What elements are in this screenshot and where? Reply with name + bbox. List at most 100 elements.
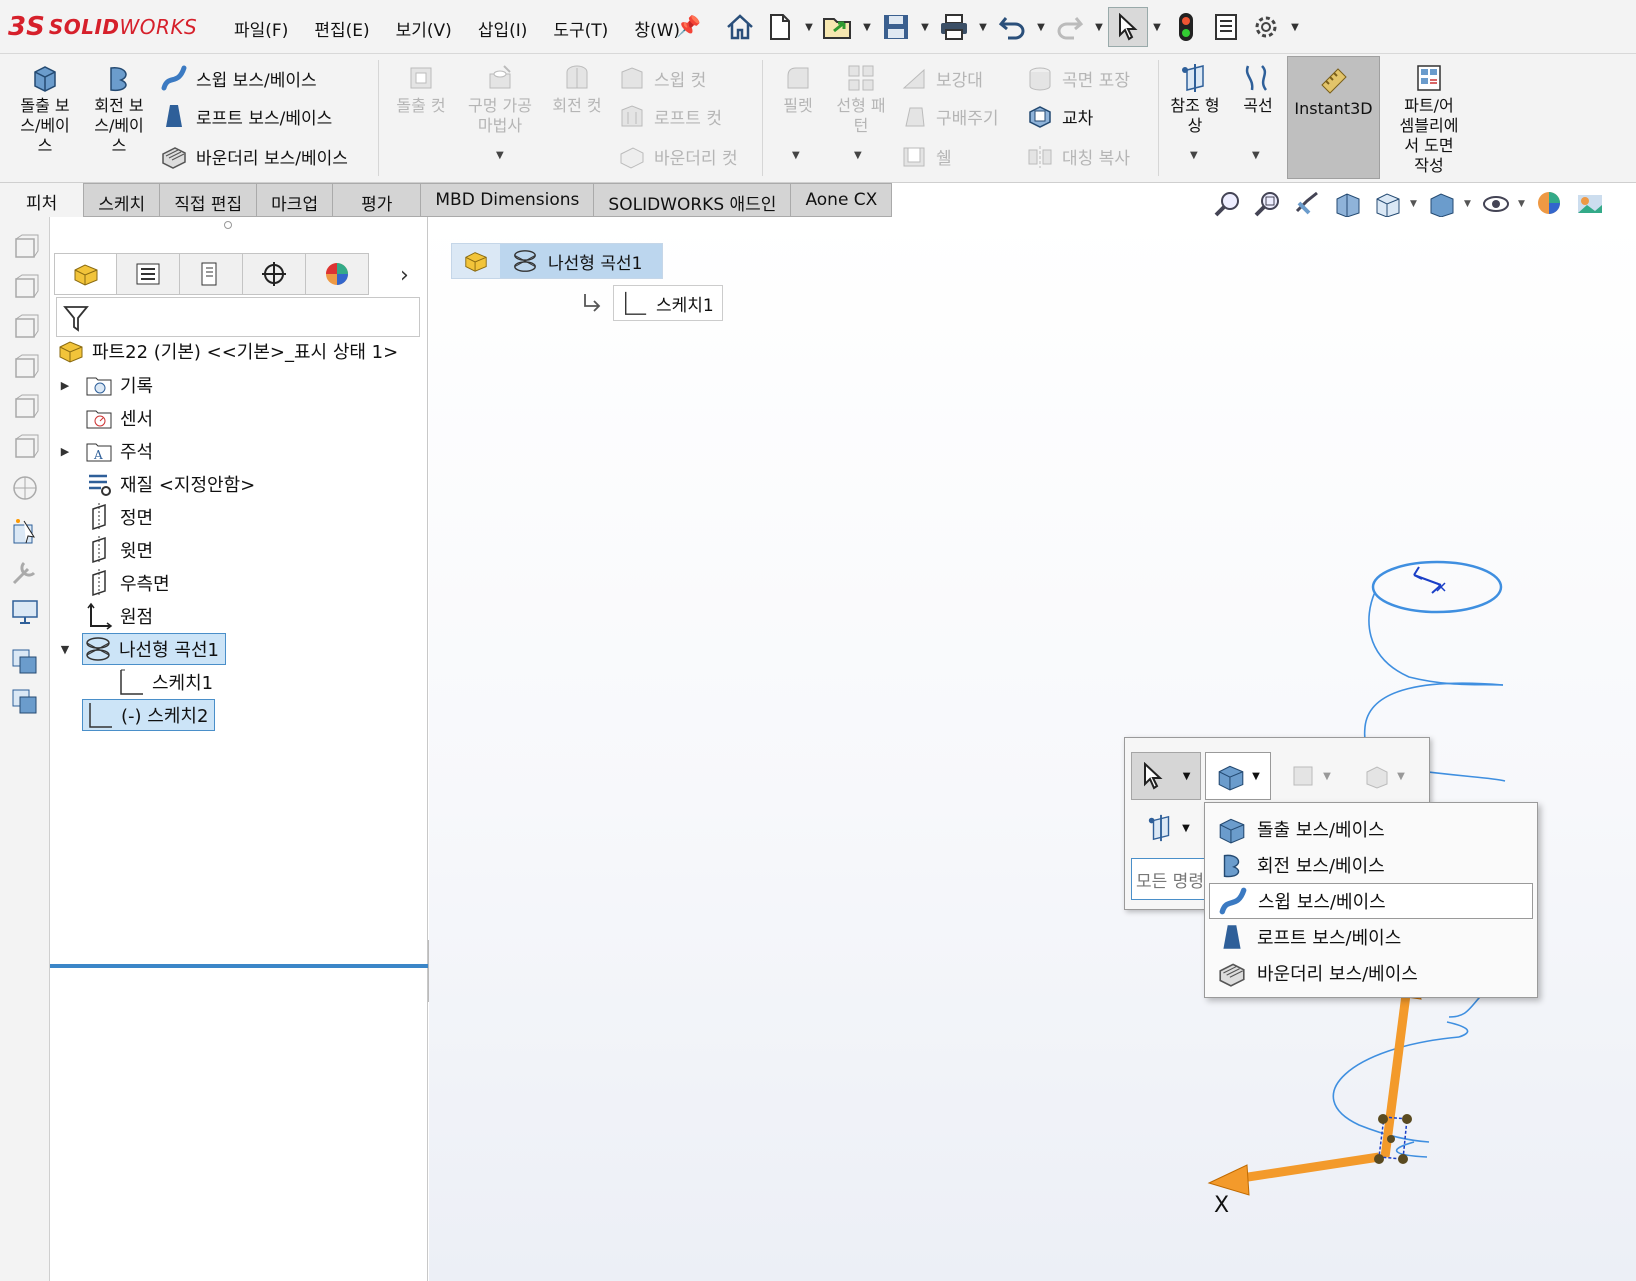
- tree-item-history[interactable]: ▶ 기록: [58, 369, 153, 401]
- view-cube-top-icon[interactable]: [10, 393, 40, 423]
- cut-flyout-button[interactable]: ▼: [1275, 752, 1345, 800]
- tab-sketch[interactable]: 스케치: [83, 183, 161, 217]
- home-icon[interactable]: [720, 7, 760, 47]
- chevron-down-icon[interactable]: ▼: [1182, 823, 1190, 834]
- chevron-down-icon[interactable]: ▼: [1464, 199, 1474, 209]
- chevron-down-icon[interactable]: ▼: [916, 7, 934, 47]
- pin-icon[interactable]: 📌: [676, 14, 701, 38]
- revolve-boss-button[interactable]: 회전 보 스/베이 스: [84, 58, 154, 156]
- tree-item-right-plane[interactable]: 우측면: [58, 567, 170, 599]
- chevron-down-icon[interactable]: ▼: [1032, 7, 1050, 47]
- loft-cut-button[interactable]: 로프트 컷: [618, 102, 722, 130]
- view-cube-bottom-icon[interactable]: [10, 433, 40, 463]
- select-icon[interactable]: [1108, 7, 1148, 47]
- rebuild-icon[interactable]: [1166, 7, 1206, 47]
- spiral-handle[interactable]: [1413, 566, 1446, 594]
- tab-features[interactable]: 피처: [0, 183, 84, 217]
- reference-geometry-button[interactable]: 참조 형 상: [1162, 58, 1228, 136]
- tree-item-sketch1[interactable]: 스케치1: [116, 666, 213, 698]
- extrude-cut-button[interactable]: 돌출 컷: [388, 58, 454, 116]
- tab-solidworks-addins[interactable]: SOLIDWORKS 애드인: [594, 183, 792, 217]
- paste-layers-icon[interactable]: [10, 687, 40, 717]
- tab-markup[interactable]: 마크업: [257, 183, 334, 217]
- tree-item-sensors[interactable]: 센서: [58, 402, 153, 434]
- menu-edit[interactable]: 편집(E): [302, 14, 381, 43]
- loft-boss-button[interactable]: 로프트 보스/베이스: [160, 102, 332, 130]
- save-icon[interactable]: [876, 7, 916, 47]
- make-drawing-button[interactable]: 파트/어 셈블리에 서 도면 작성: [1384, 58, 1474, 176]
- tab-evaluate[interactable]: 평가: [333, 183, 422, 217]
- graphics-area[interactable]: 나선형 곡선1 스케치1 X: [429, 217, 1636, 1281]
- view-cube-left-icon[interactable]: [10, 313, 40, 343]
- view-cube-front-icon[interactable]: [10, 233, 40, 263]
- menu-insert[interactable]: 삽입(I): [466, 14, 540, 43]
- tree-item-material[interactable]: 재질 <지정안함>: [58, 468, 255, 500]
- select-tool-button[interactable]: ▼: [1131, 752, 1201, 800]
- chevron-down-icon[interactable]: ▼: [854, 150, 862, 161]
- chevron-down-icon[interactable]: ▼: [1252, 150, 1260, 161]
- menu-item-boundary-boss[interactable]: 바운더리 보스/베이스: [1209, 955, 1533, 991]
- view-cube-right-icon[interactable]: [10, 353, 40, 383]
- options-icon[interactable]: [1246, 7, 1286, 47]
- draft-button[interactable]: 구배주기: [900, 102, 999, 130]
- tree-item-top-plane[interactable]: 윗면: [58, 534, 153, 566]
- tab-mbd-dimensions[interactable]: MBD Dimensions: [421, 183, 595, 217]
- tree-item-origin[interactable]: 원점: [58, 600, 153, 632]
- tree-root-part[interactable]: 파트22 (기본) <<기본>_표시 상태 1>: [56, 335, 398, 367]
- menu-item-sweep-boss[interactable]: 스윕 보스/베이스: [1209, 883, 1533, 919]
- expand-arrow-icon[interactable]: ▶: [58, 445, 72, 458]
- tree-item-front-plane[interactable]: 정면: [58, 501, 153, 533]
- chevron-down-icon[interactable]: ▼: [1286, 7, 1304, 47]
- sweep-boss-button[interactable]: 스윕 보스/베이스: [160, 64, 317, 92]
- menu-tools[interactable]: 도구(T): [541, 14, 620, 43]
- display-manager-tab[interactable]: [306, 253, 369, 295]
- chevron-right-icon[interactable]: ›: [400, 263, 409, 288]
- wrap-button[interactable]: 곡면 포장: [1026, 64, 1130, 92]
- chevron-down-icon[interactable]: ▼: [1090, 7, 1108, 47]
- redo-icon[interactable]: [1050, 7, 1090, 47]
- extrude-boss-button[interactable]: 돌출 보 스/베이 스: [10, 58, 80, 156]
- boundary-boss-button[interactable]: 바운더리 보스/베이스: [160, 142, 348, 170]
- chevron-down-icon[interactable]: ▼: [1183, 771, 1191, 782]
- chevron-down-icon[interactable]: ▼: [1323, 771, 1331, 782]
- tree-filter-box[interactable]: [56, 297, 420, 337]
- solidworks-logo[interactable]: 3S SOLIDWORKS: [8, 10, 197, 44]
- panel-grip[interactable]: [224, 221, 232, 229]
- fillet-flyout-button[interactable]: ▼: [1349, 752, 1419, 800]
- expand-arrow-icon[interactable]: ▶: [58, 379, 72, 392]
- tree-item-helix[interactable]: ▼ 나선형 곡선1: [58, 633, 226, 665]
- mirror-button[interactable]: 대칭 복사: [1026, 142, 1130, 170]
- undo-icon[interactable]: [992, 7, 1032, 47]
- tools-icon[interactable]: [10, 557, 40, 587]
- features-flyout-button[interactable]: ▼: [1205, 752, 1271, 800]
- chevron-down-icon[interactable]: ▼: [1410, 199, 1420, 209]
- property-manager-tab[interactable]: [117, 253, 180, 295]
- chevron-down-icon[interactable]: ▼: [974, 7, 992, 47]
- rib-button[interactable]: 보강대: [900, 64, 983, 92]
- configuration-manager-tab[interactable]: [180, 253, 243, 295]
- menu-file[interactable]: 파일(F): [222, 14, 300, 43]
- linear-pattern-button[interactable]: 선형 패 턴: [828, 58, 894, 136]
- chevron-down-icon[interactable]: ▼: [1397, 771, 1405, 782]
- open-icon[interactable]: [818, 7, 858, 47]
- boundary-cut-button[interactable]: 바운더리 컷: [618, 142, 738, 170]
- feature-tree-tab[interactable]: [54, 253, 117, 295]
- isometric-view-icon[interactable]: [10, 473, 40, 503]
- intersect-button[interactable]: 교차: [1026, 102, 1093, 130]
- print-icon[interactable]: [934, 7, 974, 47]
- sweep-cut-button[interactable]: 스윕 컷: [618, 64, 706, 92]
- normal-to-icon[interactable]: [10, 517, 40, 547]
- tab-direct-editing[interactable]: 직접 편집: [160, 183, 258, 217]
- view-cube-back-icon[interactable]: [10, 273, 40, 303]
- shell-button[interactable]: 쉘: [900, 142, 952, 170]
- rollback-bar[interactable]: [50, 964, 428, 968]
- collapse-arrow-icon[interactable]: ▼: [58, 643, 72, 656]
- curves-button[interactable]: 곡선: [1232, 58, 1284, 116]
- instant3d-button[interactable]: Instant3D: [1287, 56, 1380, 179]
- copy-layers-icon[interactable]: [10, 647, 40, 677]
- chevron-down-icon[interactable]: ▼: [1518, 199, 1528, 209]
- menu-view[interactable]: 보기(V): [384, 14, 464, 43]
- chevron-down-icon[interactable]: ▼: [1190, 150, 1198, 161]
- tab-aone-cx[interactable]: Aone CX: [791, 183, 893, 217]
- tree-item-sketch2[interactable]: (-) 스케치2: [82, 699, 216, 731]
